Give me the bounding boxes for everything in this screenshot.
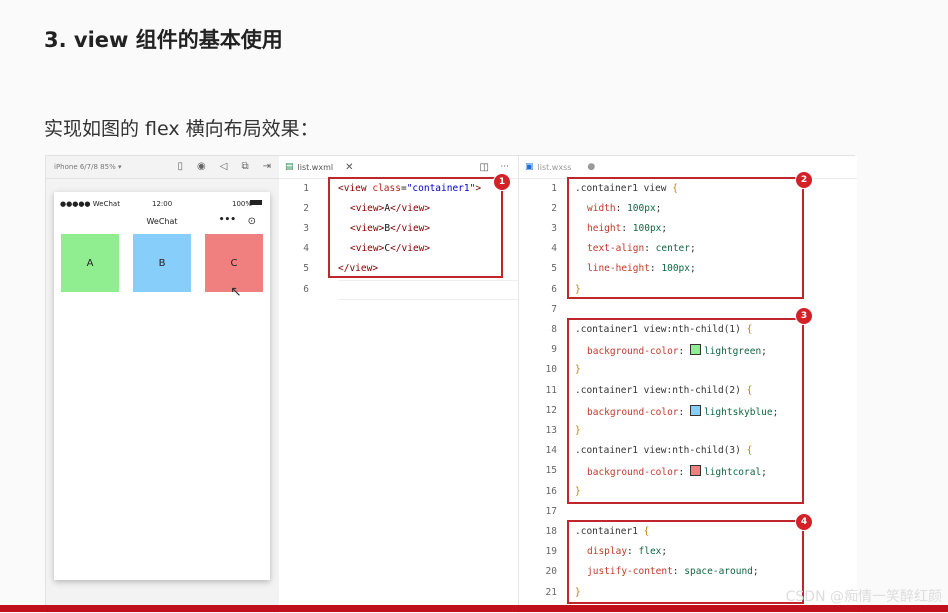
highlight-box-1	[328, 177, 503, 278]
phone-icon[interactable]: ▯	[178, 161, 184, 172]
page-subtitle: 实现如图的 flex 横向布局效果：	[44, 118, 319, 140]
carrier-label: ●●●●● WeChat	[60, 200, 120, 208]
ide-screenshot: iPhone 6/7/8 85% ▾ ▯ ◉ ◁ ⧉ ⇥ ●●●●● WeCha…	[45, 155, 857, 613]
highlight-box-4	[567, 520, 804, 604]
badge-4: 4	[795, 513, 813, 531]
more-icon[interactable]: •••	[219, 215, 236, 225]
box-b: B	[133, 234, 191, 292]
nav-bar: WeChat ••• ⊙	[54, 214, 270, 234]
simulator-toolbar: iPhone 6/7/8 85% ▾ ▯ ◉ ◁ ⧉ ⇥	[46, 156, 279, 179]
badge-3: 3	[795, 307, 813, 325]
status-bar: ●●●●● WeChat 12:00 100%	[54, 192, 270, 214]
box-a: A	[61, 234, 119, 292]
unsaved-dot-icon: ●	[587, 162, 596, 172]
capsule-close-icon[interactable]: ⊙	[248, 216, 256, 227]
badge-1: 1	[493, 173, 511, 191]
page-title: 3. view 组件的基本使用	[44, 28, 283, 52]
record-icon[interactable]: ◉	[197, 161, 206, 172]
css-file-icon: ▣	[525, 162, 534, 172]
watermark: CSDN @痴情一笑醉红颜	[785, 589, 942, 605]
simulator-panel: iPhone 6/7/8 85% ▾ ▯ ◉ ◁ ⧉ ⇥ ●●●●● WeCha…	[46, 156, 280, 613]
wxss-editor: ▣ list.wxss ● 1 2 3 4 5 6 7 8 9 10 11 12…	[518, 156, 857, 613]
highlight-box-3	[567, 318, 804, 504]
wxss-tab-label: list.wxss	[537, 162, 572, 172]
footer-bar	[0, 605, 948, 612]
volume-icon[interactable]: ◁	[220, 161, 228, 172]
nav-title: WeChat	[146, 217, 178, 226]
mouse-cursor-icon: ↖	[230, 284, 242, 300]
file-icon: ▤	[285, 162, 294, 172]
current-line	[338, 280, 520, 300]
wxml-editor: ▤ list.wxml ✕ ◫ ··· 1 2 3 4 5 6 <view cl…	[279, 156, 520, 613]
phone-screen: ●●●●● WeChat 12:00 100% WeChat ••• ⊙ A B…	[54, 192, 270, 580]
clock-label: 12:00	[152, 200, 173, 208]
device-selector[interactable]: iPhone 6/7/8 85% ▾	[54, 163, 121, 171]
more-actions-icon[interactable]: ···	[500, 162, 509, 172]
battery-icon	[250, 200, 262, 205]
wxml-tab[interactable]: ▤ list.wxml ✕ ◫ ···	[279, 156, 519, 179]
wxml-tab-label: list.wxml	[297, 162, 334, 172]
close-icon[interactable]: ✕	[345, 162, 353, 173]
highlight-box-2	[567, 177, 804, 299]
split-icon[interactable]: ◫	[480, 162, 489, 173]
dock-icon[interactable]: ⇥	[263, 161, 271, 172]
battery-label: 100%	[232, 200, 253, 208]
window-icon[interactable]: ⧉	[241, 161, 248, 172]
badge-2: 2	[795, 171, 813, 189]
